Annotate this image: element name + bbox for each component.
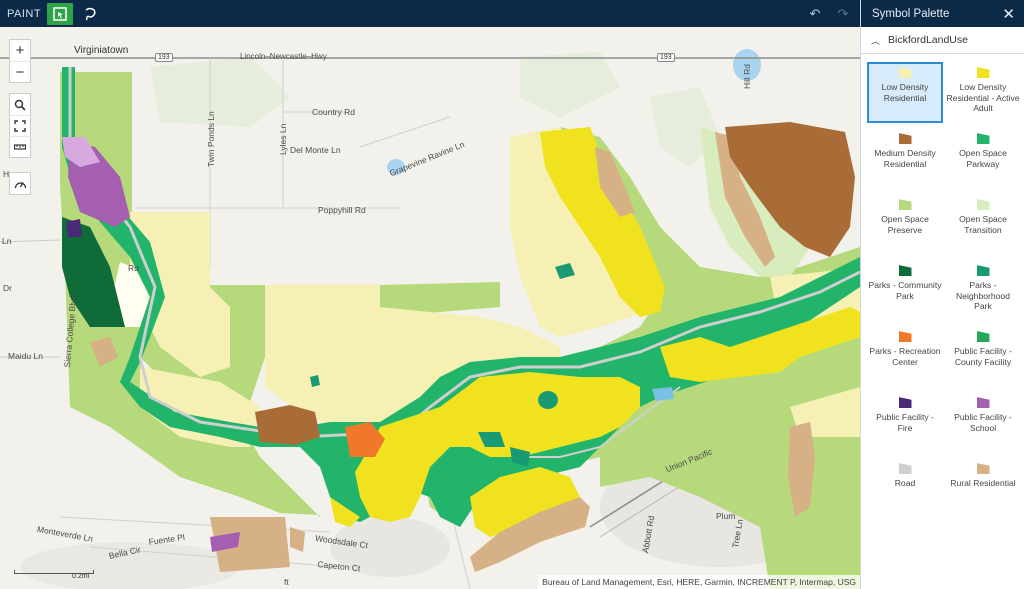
tool-controls [9,93,31,158]
label-lyles: Lyles Ln [278,123,288,155]
symbol-label: Parks - Neighborhood Park [956,280,1010,311]
label-maidu: Maidu Ln [8,351,43,361]
lasso-tool-button[interactable] [77,3,103,25]
label-hill-rd: Hill Rd [742,63,752,89]
symbol-label: Road [894,478,916,488]
select-area-icon [53,6,67,21]
label-plum: Plum [716,511,736,521]
measure-icon [14,144,26,150]
paint-mode-label: PAINT [7,7,42,20]
label-del-monte: Del Monte Ln [290,145,341,155]
label-country-rd: Country Rd [312,107,355,117]
label-ft: ft [284,577,289,587]
gauge-button[interactable] [9,173,31,194]
scale-bar: 0.2mi [14,567,94,581]
layer-group-header[interactable]: ︿ BickfordLandUse [861,27,1024,54]
symbol-swatch [898,397,912,408]
zoom-controls: + − [9,39,31,83]
zoom-in-button[interactable]: + [9,40,31,61]
close-icon[interactable]: ✕ [1002,5,1015,23]
symbol-label: Open Space Transition [959,214,1007,235]
symbol-label: Public Facility - County Facility [954,346,1012,367]
top-toolbar: PAINT ↶ ↷ [0,0,860,27]
symbol-label: Parks - Recreation Center [869,346,941,367]
select-area-tool-button[interactable] [47,2,73,25]
symbol-swatch [976,397,990,408]
symbol-item[interactable]: Low Density Residential [867,62,943,123]
label-virginiatown: Virginiatown [74,45,129,56]
symbol-label: Low Density Residential - Active Adult [946,82,1020,113]
symbol-swatch [898,265,912,276]
symbol-swatch [898,331,912,342]
redo-icon[interactable]: ↷ [834,6,852,22]
label-rd-small: Rd [128,263,139,273]
symbol-item[interactable]: Rural Residential [945,458,1021,519]
scale-label: 0.2mi [72,573,90,580]
measure-button[interactable] [9,136,31,157]
symbol-item[interactable]: Medium Density Residential [867,128,943,189]
symbol-label: Parks - Community Park [868,280,942,301]
symbol-label: Public Facility - Fire [876,412,934,433]
symbol-label: Medium Density Residential [874,148,936,169]
symbol-item[interactable]: Open Space Parkway [945,128,1021,189]
full-extent-button[interactable] [9,115,31,136]
symbol-item[interactable]: Public Facility - School [945,392,1021,453]
panel-header: Symbol Palette ✕ [861,0,1024,27]
symbol-label: Open Space Preserve [881,214,929,235]
symbol-item[interactable]: Public Facility - Fire [867,392,943,453]
symbol-label: Public Facility - School [954,412,1012,433]
symbol-item[interactable]: Parks - Neighborhood Park [945,260,1021,321]
symbol-label: Rural Residential [950,478,1016,488]
zoom-out-button[interactable]: − [9,61,31,82]
symbol-label: Open Space Parkway [959,148,1007,169]
symbol-palette-panel: Symbol Palette ✕ ︿ BickfordLandUse Low D… [860,0,1024,589]
symbol-item[interactable]: Road [867,458,943,519]
symbol-swatch [898,67,912,78]
map-canvas[interactable] [0,27,860,589]
panel-title: Symbol Palette [872,7,950,20]
map-view[interactable]: Virginiatown 193 193 Lincoln–Newcastle–H… [0,27,860,589]
expand-icon [14,120,26,132]
symbol-swatch [976,265,990,276]
chevron-up-icon[interactable]: ︿ [871,34,880,47]
symbol-item[interactable]: Parks - Recreation Center [867,326,943,387]
highway-shield: 193 [657,53,675,62]
symbol-item[interactable]: Low Density Residential - Active Adult [945,62,1021,123]
symbol-grid: Low Density Residential Low Density Resid… [861,54,1024,519]
label-lincoln-hwy: Lincoln–Newcastle–Hwy [240,52,327,61]
symbol-swatch [976,67,990,78]
symbol-item[interactable]: Public Facility - County Facility [945,326,1021,387]
search-icon [14,99,26,111]
label-dr-left: Dr [3,283,12,293]
symbol-label: Low Density Residential [881,82,929,103]
search-button[interactable] [9,94,31,115]
lasso-icon [85,7,96,20]
gauge-control [9,172,31,195]
symbol-swatch [898,133,912,144]
highway-shield: 193 [155,53,173,62]
symbol-swatch [898,199,912,210]
symbol-item[interactable]: Parks - Community Park [867,260,943,321]
symbol-item[interactable]: Open Space Preserve [867,194,943,255]
label-ln-left: Ln [2,236,12,246]
gauge-icon [14,181,26,188]
label-poppyhill: Poppyhill Rd [318,205,366,215]
symbol-swatch [976,463,990,474]
symbol-swatch [976,331,990,342]
symbol-swatch [898,463,912,474]
layer-name: BickfordLandUse [888,34,968,46]
undo-icon[interactable]: ↶ [806,6,824,22]
symbol-swatch [976,199,990,210]
label-twin-ponds: Twin Ponds Ln [206,111,216,167]
map-attribution: Bureau of Land Management, Esri, HERE, G… [538,575,860,589]
symbol-swatch [976,133,990,144]
symbol-item[interactable]: Open Space Transition [945,194,1021,255]
